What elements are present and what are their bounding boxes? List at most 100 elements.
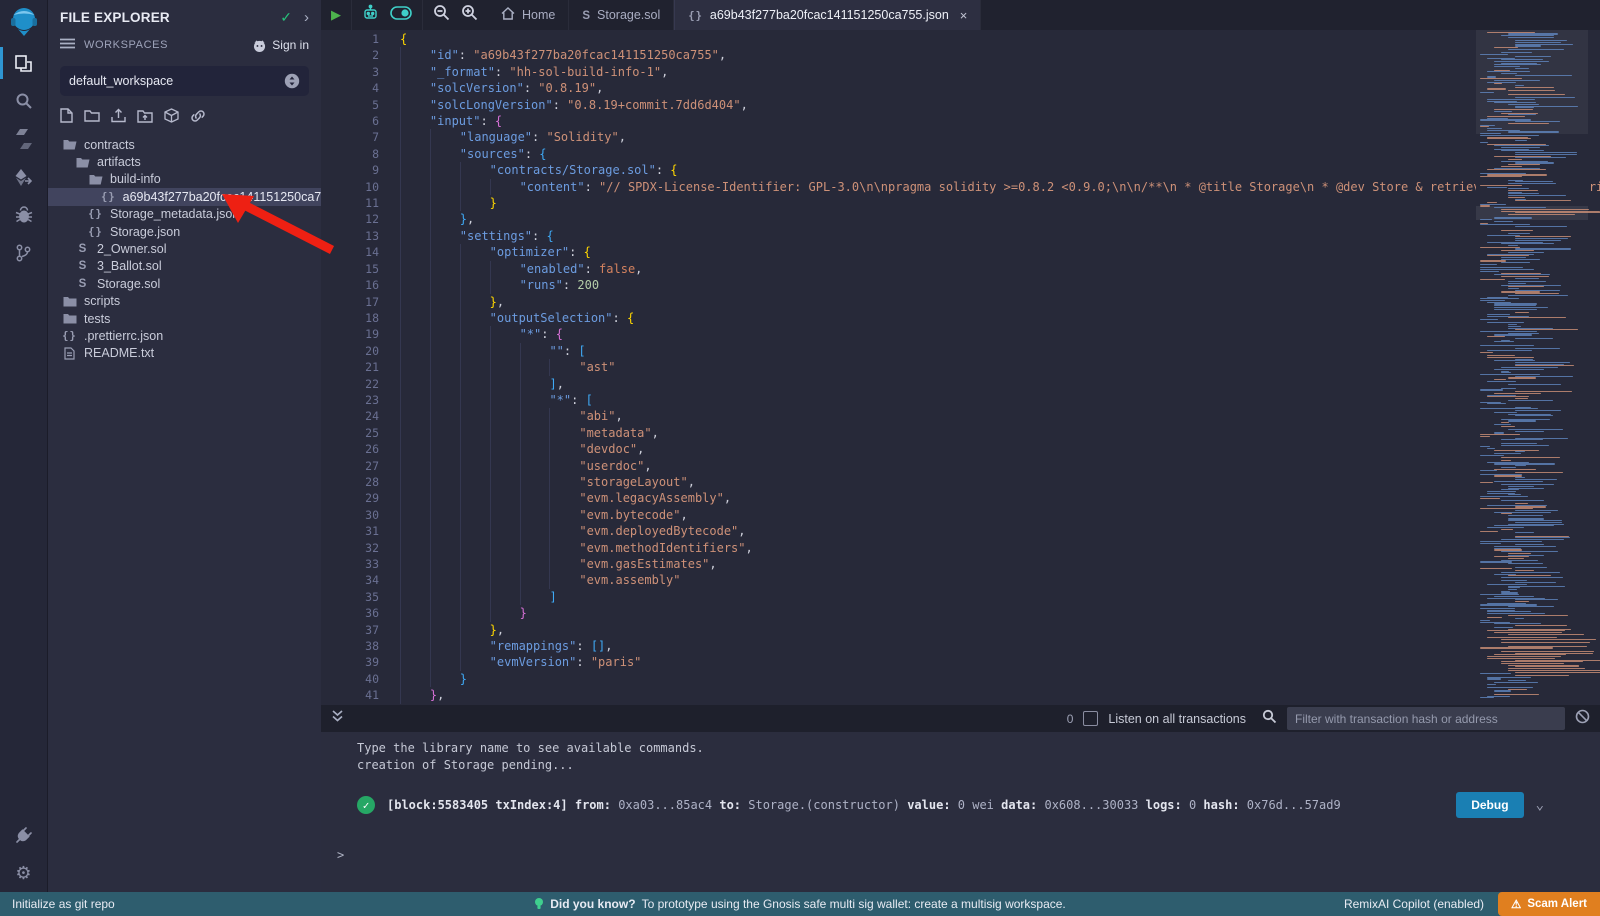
tree-item-tests[interactable]: tests [48, 310, 321, 327]
code-line-29: 29"evm.legacyAssembly", [321, 490, 1600, 506]
line-number: 26 [321, 441, 379, 457]
tab-storage-sol[interactable]: SStorage.sol [569, 0, 674, 30]
zoom-out-icon[interactable] [433, 4, 450, 26]
tree-item-storage-json[interactable]: {}Storage.json [48, 223, 321, 240]
code-line-17: 17}, [321, 294, 1600, 310]
tree-item-label: .prettierrc.json [84, 329, 163, 343]
line-number: 31 [321, 523, 379, 539]
code-line-2: 2"id": "a69b43f277ba20fcac141151250ca755… [321, 47, 1600, 63]
line-number: 33 [321, 556, 379, 572]
tree-item-label: tests [84, 312, 110, 326]
line-number: 17 [321, 294, 379, 310]
line-number: 38 [321, 638, 379, 654]
tx-expand-chevron-icon[interactable]: ⌄ [1536, 797, 1544, 813]
copilot-toggle-icon[interactable] [390, 6, 412, 25]
terminal-body[interactable]: Type the library name to see available c… [321, 732, 1600, 892]
line-number: 23 [321, 392, 379, 408]
tree-item-scripts[interactable]: scripts [48, 293, 321, 310]
code-line-25: 25"metadata", [321, 425, 1600, 441]
tab-close-icon[interactable]: × [960, 8, 968, 23]
editor-lines: 1{2"id": "a69b43f277ba20fcac141151250ca7… [321, 31, 1600, 704]
tree-item-contracts[interactable]: contracts [48, 136, 321, 153]
upload-file-icon[interactable] [111, 108, 126, 128]
tree-item-storage-sol[interactable]: SStorage.sol [48, 275, 321, 292]
line-number: 5 [321, 97, 379, 113]
line-number: 11 [321, 195, 379, 211]
line-number: 7 [321, 129, 379, 145]
tree-item-2-owner-sol[interactable]: S2_Owner.sol [48, 240, 321, 257]
line-number: 25 [321, 425, 379, 441]
sidebar-item-git[interactable] [0, 234, 47, 272]
sidebar-item-plugin-manager[interactable] [0, 816, 47, 854]
tree-item-label: Storage.json [110, 225, 180, 239]
run-script-play-icon[interactable]: ▶ [331, 7, 341, 23]
sidebar-item-solidity-compiler[interactable] [0, 120, 47, 158]
tree-item-3-ballot-sol[interactable]: S3_Ballot.sol [48, 258, 321, 275]
sidebar-item-search[interactable] [0, 82, 47, 120]
line-number: 12 [321, 211, 379, 227]
git-init-button[interactable]: Initialize as git repo [12, 897, 115, 911]
clear-console-icon[interactable] [1575, 709, 1590, 729]
code-line-30: 30"evm.bytecode", [321, 507, 1600, 523]
link-icon[interactable] [190, 109, 206, 128]
terminal-prompt[interactable]: > [337, 848, 344, 862]
terminal-collapse-icon[interactable] [331, 709, 344, 728]
new-file-icon[interactable] [60, 108, 73, 128]
sidebar-item-deploy-run[interactable] [0, 158, 47, 196]
scam-alert-button[interactable]: ⚠ Scam Alert [1498, 892, 1600, 916]
line-number: 15 [321, 261, 379, 277]
zoom-in-icon[interactable] [461, 4, 478, 26]
tab-home[interactable]: Home [488, 0, 569, 30]
line-number: 22 [321, 376, 379, 392]
publish-box-icon[interactable] [164, 108, 179, 128]
code-line-12: 12}, [321, 211, 1600, 227]
tree-item-readme-txt[interactable]: README.txt [48, 345, 321, 362]
upload-folder-icon[interactable] [137, 109, 153, 128]
code-line-7: 7"language": "Solidity", [321, 129, 1600, 145]
sidebar-item-debugger[interactable] [0, 196, 47, 234]
hamburger-menu-icon[interactable] [60, 36, 75, 54]
tree-item-artifacts[interactable]: artifacts [48, 153, 321, 170]
code-line-4: 4"solcVersion": "0.8.19", [321, 80, 1600, 96]
tree-item--prettierrc-json[interactable]: {}.prettierrc.json [48, 327, 321, 344]
folder-open-icon [89, 174, 103, 185]
code-line-14: 14"optimizer": { [321, 244, 1600, 260]
listen-all-checkbox[interactable] [1083, 711, 1098, 726]
ethereum-deploy-icon [15, 168, 32, 187]
run-script-control: ▶ [321, 0, 352, 30]
minimap[interactable] [1476, 30, 1588, 705]
remix-ide-window: ⚙ FILE EXPLORER ✓ › WORKSPACES Sign in [0, 0, 1600, 892]
terminal-search-icon[interactable] [1262, 709, 1277, 729]
copilot-status[interactable]: RemixAI Copilot (enabled) [1344, 897, 1484, 911]
code-line-23: 23"*": [ [321, 392, 1600, 408]
new-folder-icon[interactable] [84, 109, 100, 127]
line-number: 3 [321, 64, 379, 80]
tx-log-text: [block:5583405 txIndex:4] from: 0xa03...… [387, 798, 1444, 812]
workspace-ok-check-icon: ✓ [280, 9, 292, 26]
tip-text: To prototype using the Gnosis safe multi… [642, 897, 1066, 911]
remix-logo[interactable] [0, 0, 47, 44]
debug-button[interactable]: Debug [1456, 792, 1523, 818]
solidity-file-icon: S [582, 10, 590, 22]
tab-a69b43f277ba20fcac141151250ca755-json[interactable]: {}a69b43f277ba20fcac141151250ca755.json× [674, 0, 981, 30]
sidebar-item-file-explorer[interactable] [0, 44, 47, 82]
tree-item-storage-metadata-json[interactable]: {}Storage_metadata.json [48, 206, 321, 223]
tab-label: Home [522, 8, 555, 22]
sidebar-item-settings[interactable]: ⚙ [0, 854, 47, 892]
tip-title: Did you know? [550, 897, 635, 911]
code-line-11: 11} [321, 195, 1600, 211]
workspace-select[interactable]: default_workspace [60, 66, 309, 96]
transaction-filter-input[interactable] [1287, 707, 1565, 730]
line-number: 32 [321, 540, 379, 556]
tree-item-build-info[interactable]: build-info [48, 171, 321, 188]
workspace-select-stepper-icon [284, 73, 300, 89]
panel-expand-chevron-icon[interactable]: › [304, 9, 309, 26]
code-editor[interactable]: 1{2"id": "a69b43f277ba20fcac141151250ca7… [321, 30, 1600, 705]
copilot-robot-icon[interactable] [362, 4, 379, 26]
sign-in-button[interactable]: Sign in [252, 38, 309, 52]
code-line-20: 20"": [ [321, 343, 1600, 359]
warning-triangle-icon: ⚠ [1511, 897, 1521, 911]
transaction-log-row[interactable]: ✓ [block:5583405 txIndex:4] from: 0xa03.… [357, 792, 1544, 818]
json-braces-icon: {} [88, 208, 103, 220]
tree-item-a69b43f277ba20fcac141151250ca7-[interactable]: {}a69b43f277ba20fcac141151250ca7... [48, 188, 321, 205]
